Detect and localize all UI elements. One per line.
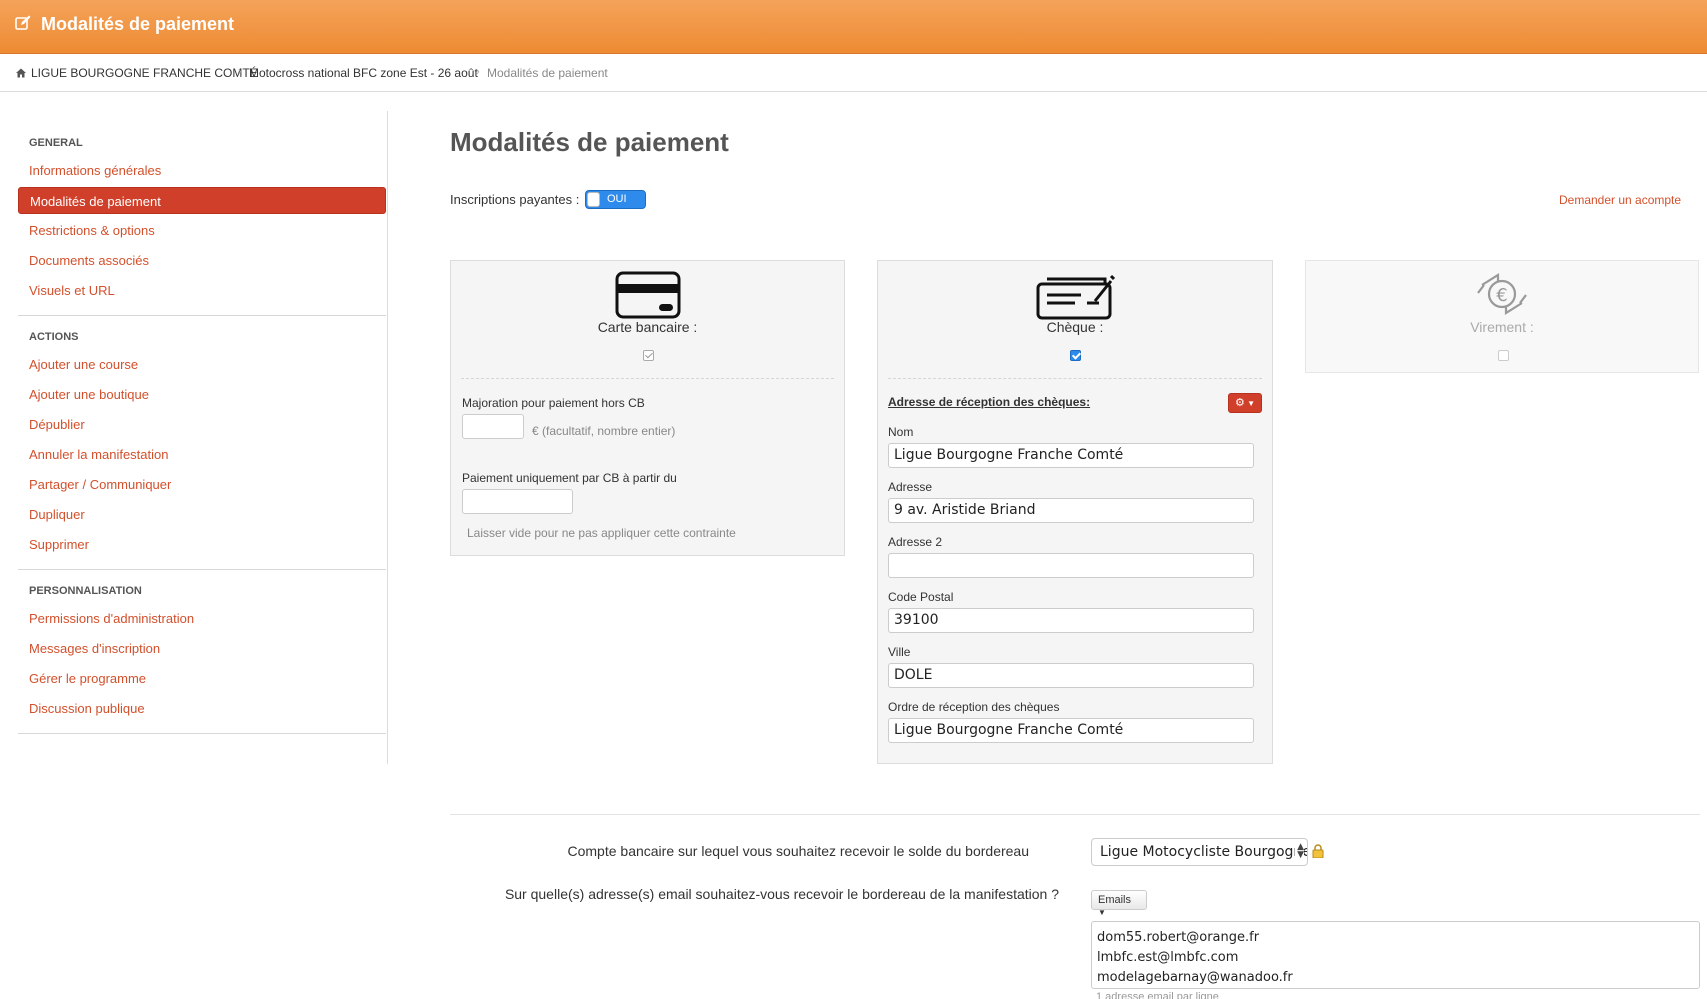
email-line: dom55.robert@orange.fr <box>1097 930 1260 945</box>
emails-textarea[interactable]: dom55.robert@orange.fr lmbfc.est@lmbfc.c… <box>1091 921 1700 989</box>
card-divider <box>888 378 1262 379</box>
page-title: Modalités de paiement <box>450 127 729 157</box>
bank-account-question: Compte bancaire sur lequel vous souhaite… <box>567 843 1030 859</box>
sidebar-item-depublier[interactable]: Dépublier <box>18 411 386 438</box>
emails-button-label: Emails <box>1098 894 1132 906</box>
breadcrumb-separator: › <box>476 66 480 78</box>
paid-registrations-label: Inscriptions payantes : <box>450 192 580 207</box>
emails-hint: 1 adresse email par ligne <box>1096 991 1219 999</box>
sidebar-item-supprimer[interactable]: Supprimer <box>18 531 386 558</box>
adresse2-input[interactable] <box>888 553 1254 578</box>
nom-input[interactable]: Ligue Bourgogne Franche Comté <box>888 443 1254 468</box>
page-header-title: Modalités de paiement <box>41 14 235 34</box>
credit-card-title: Carte bancaire : <box>597 319 698 335</box>
svg-text:€: € <box>1496 285 1507 306</box>
adresse-label: Adresse <box>888 480 933 494</box>
sidebar-divider <box>18 733 386 734</box>
sidebar-item-documents-associes[interactable]: Documents associés <box>18 247 386 274</box>
sidebar-divider <box>18 315 386 316</box>
breadcrumb-event[interactable]: Motocross national BFC zone Est - 26 aoû… <box>249 66 478 80</box>
edit-icon <box>15 15 31 30</box>
adresse2-label: Adresse 2 <box>888 535 943 549</box>
credit-card-icon <box>615 271 680 319</box>
sidebar-item-ajouter-course[interactable]: Ajouter une course <box>18 351 386 378</box>
card-virement: € Virement : <box>1305 260 1699 373</box>
sidebar-item-partager[interactable]: Partager / Communiquer <box>18 471 386 498</box>
toggle-knob <box>587 192 600 207</box>
sidebar-item-restrictions-options[interactable]: Restrictions & options <box>18 217 386 244</box>
sidebar-item-dupliquer[interactable]: Dupliquer <box>18 501 386 528</box>
emails-dropdown-button[interactable]: Emails ▼ <box>1091 890 1147 917</box>
breadcrumb-separator: › <box>238 66 242 78</box>
surcharge-input[interactable] <box>462 414 524 439</box>
caret-down-icon: ▼ <box>1244 399 1255 408</box>
toggle-label: OUI <box>607 193 627 205</box>
credit-card-checkbox[interactable] <box>643 350 654 361</box>
cb-only-date-input[interactable] <box>462 489 573 514</box>
email-question: Sur quelle(s) adresse(s) email souhaitez… <box>504 886 1059 902</box>
sidebar-item-visuels-url[interactable]: Visuels et URL <box>18 277 386 304</box>
virement-checkbox[interactable] <box>1498 350 1509 361</box>
surcharge-label: Majoration pour paiement hors CB <box>462 396 645 410</box>
email-line: lmbfc.est@lmbfc.com <box>1097 950 1239 965</box>
bank-account-selected: Ligue Motocycliste Bourgogne-Franche-Com… <box>1100 844 1307 860</box>
ordre-label: Ordre de réception des chèques <box>888 700 1060 714</box>
lock-icon <box>1312 844 1324 858</box>
cheque-address-heading: Adresse de réception des chèques: <box>888 395 1091 409</box>
request-deposit-link[interactable]: Demander un acompte <box>1559 193 1681 207</box>
sidebar: GENERAL Informations générales Modalités… <box>18 111 388 764</box>
email-line: modelagebarnay@wanadoo.fr <box>1097 970 1293 985</box>
sidebar-item-ajouter-boutique[interactable]: Ajouter une boutique <box>18 381 386 408</box>
sidebar-divider <box>18 569 386 570</box>
sidebar-heading-personnalisation: PERSONNALISATION <box>29 585 142 597</box>
code-postal-label: Code Postal <box>888 590 954 604</box>
surcharge-hint: € (facultatif, nombre entier) <box>532 424 676 438</box>
gear-icon: ⚙ <box>1234 397 1245 409</box>
cheque-address-options-button[interactable]: ⚙ ▼ <box>1228 393 1262 413</box>
cheque-checkbox[interactable] <box>1070 350 1081 361</box>
breadcrumb: LIGUE BOURGOGNE FRANCHE COMTÉ › Motocros… <box>0 54 1707 92</box>
sidebar-item-modalites-paiement[interactable]: Modalités de paiement <box>18 187 386 214</box>
sidebar-heading-general: GENERAL <box>29 137 83 149</box>
sidebar-item-programme[interactable]: Gérer le programme <box>18 665 386 692</box>
home-icon[interactable] <box>16 68 26 78</box>
cb-only-label: Paiement uniquement par CB à partir du <box>462 471 677 485</box>
cheque-title: Chèque : <box>1046 319 1104 335</box>
select-arrows-icon: ▲ ▼ <box>1295 842 1304 860</box>
card-divider <box>461 378 834 379</box>
sidebar-item-informations-generales[interactable]: Informations générales <box>18 157 386 184</box>
paid-registrations-toggle[interactable]: OUI <box>585 190 646 209</box>
sidebar-item-permissions[interactable]: Permissions d'administration <box>18 605 386 632</box>
top-header-bar: Modalités de paiement <box>0 0 1707 54</box>
sidebar-item-messages[interactable]: Messages d'inscription <box>18 635 386 662</box>
ville-label: Ville <box>888 645 911 659</box>
adresse-input[interactable]: 9 av. Aristide Briand <box>888 498 1254 523</box>
nom-label: Nom <box>888 425 914 439</box>
cheque-icon <box>1036 274 1115 320</box>
ordre-input[interactable]: Ligue Bourgogne Franche Comté <box>888 718 1254 743</box>
card-credit-card: Carte bancaire : Majoration pour paiemen… <box>450 260 845 556</box>
cb-only-hint: Laisser vide pour ne pas appliquer cette… <box>467 526 736 540</box>
breadcrumb-ligue[interactable]: LIGUE BOURGOGNE FRANCHE COMTÉ <box>31 66 258 80</box>
virement-title: Virement : <box>1470 319 1534 335</box>
sidebar-heading-actions: ACTIONS <box>29 331 79 343</box>
sidebar-item-discussion[interactable]: Discussion publique <box>18 695 386 722</box>
bank-account-select[interactable]: Ligue Motocycliste Bourgogne-Franche-Com… <box>1091 838 1308 866</box>
section-divider <box>450 814 1700 815</box>
bank-transfer-euro-icon: € <box>1477 273 1527 315</box>
caret-down-icon: ▼ <box>1098 908 1106 917</box>
breadcrumb-current: Modalités de paiement <box>487 66 608 80</box>
code-postal-input[interactable]: 39100 <box>888 608 1254 633</box>
sidebar-item-annuler[interactable]: Annuler la manifestation <box>18 441 386 468</box>
ville-input[interactable]: DOLE <box>888 663 1254 688</box>
